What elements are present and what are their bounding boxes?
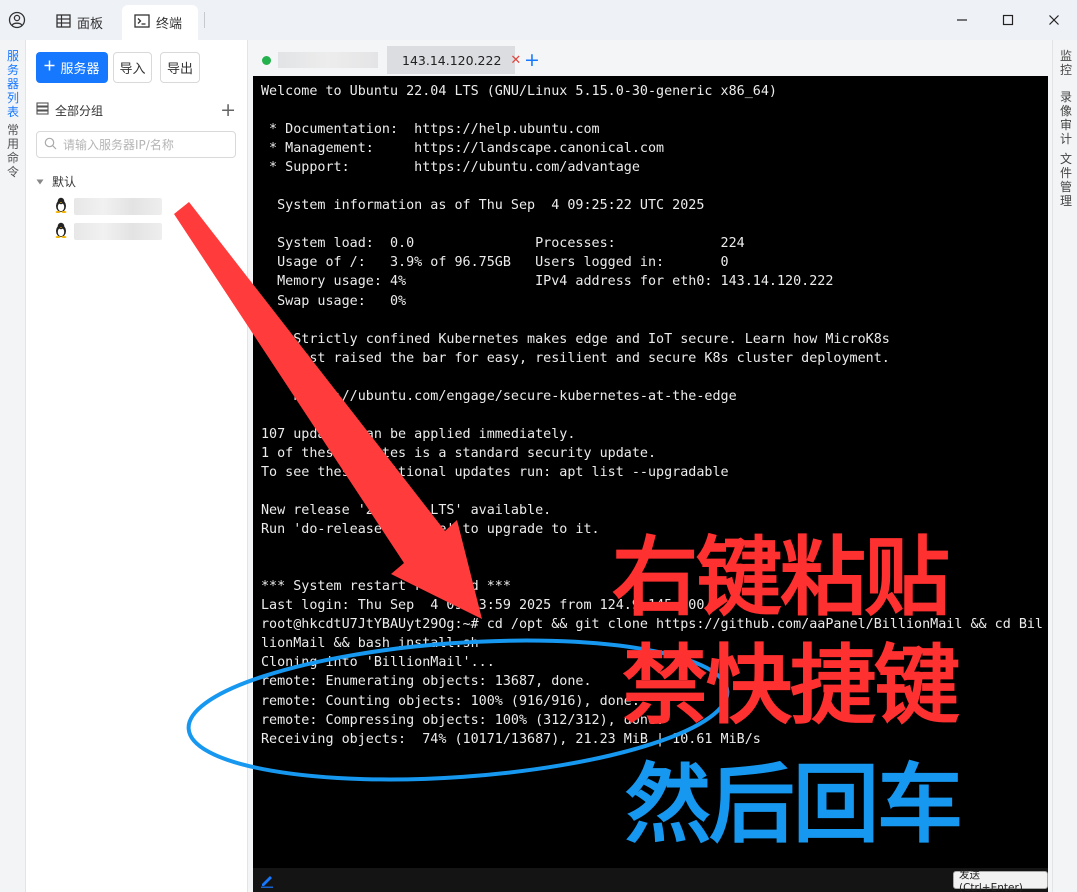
terminal-line: * Support: https://ubuntu.com/advantage (261, 160, 640, 176)
terminal-line: Swap usage: 0% (261, 293, 407, 309)
group-selector[interactable]: 全部分组 + (36, 100, 236, 120)
tab-panel-label: 面板 (77, 17, 104, 32)
nav-file-manager[interactable]: 文件管理 (1056, 152, 1076, 208)
close-tab-icon[interactable]: ✕ (510, 53, 521, 68)
new-tab-icon[interactable]: + (524, 48, 540, 72)
terminal-line: Memory usage: 4% IPv4 address for eth0: … (261, 274, 834, 290)
terminal-tab-active[interactable]: 143.14.120.222 ✕ (387, 46, 521, 74)
terminal-input-bar: 发送(Ctrl+Enter) (253, 868, 1048, 892)
nav-monitor[interactable]: 监控 (1056, 49, 1076, 77)
annotation-text-then-enter: 然后回车 (625, 755, 963, 855)
search-icon (44, 135, 57, 154)
terminal-line: * Management: https://landscape.canonica… (261, 141, 665, 157)
terminal-line: * Documentation: https://help.ubuntu.com (261, 122, 600, 138)
export-button[interactable]: 导出 (160, 52, 200, 83)
group-all-label: 全部分组 (55, 103, 104, 118)
send-button[interactable]: 发送(Ctrl+Enter) (953, 869, 1048, 892)
tab-terminal[interactable]: 终端 (122, 5, 198, 40)
terminal-line: System load: 0.0 Processes: 224 (261, 236, 745, 252)
linux-penguin-icon (54, 197, 68, 217)
import-button[interactable]: 导入 (113, 52, 152, 83)
server-name-redacted (74, 198, 162, 215)
close-button[interactable] (1031, 0, 1077, 40)
add-server-label: 服务器 (60, 62, 100, 77)
add-group-icon[interactable]: + (220, 100, 236, 120)
terminal-icon (134, 13, 150, 32)
caret-down-icon (36, 174, 44, 188)
user-icon[interactable] (8, 11, 26, 29)
server-search (36, 131, 236, 158)
server-item[interactable] (54, 222, 164, 241)
terminal-tab-label-redacted (278, 52, 378, 68)
annotation-text-right-click-paste: 右键粘贴 (612, 528, 950, 628)
tab-panel[interactable]: 面板 (44, 5, 120, 40)
left-nav: 服务器列表 常用命令 (0, 40, 26, 892)
terminal-line: just raised the bar for easy, resilient … (261, 350, 890, 366)
terminal-tab[interactable] (254, 46, 386, 74)
nav-recording-audit[interactable]: 录像审计 (1056, 90, 1076, 146)
minimize-button[interactable] (939, 0, 985, 40)
plus-icon (44, 60, 55, 75)
nav-server-list[interactable]: 服务器列表 (3, 49, 23, 119)
add-server-button[interactable]: 服务器 (36, 52, 108, 83)
search-input[interactable] (63, 137, 233, 152)
terminal-line: * Strictly confined Kubernetes makes edg… (261, 331, 890, 347)
server-item[interactable] (54, 197, 164, 216)
terminal-line: 107 updates can be applied immediately. (261, 426, 576, 442)
terminal-line: https://ubuntu.com/engage/secure-kuberne… (261, 388, 737, 404)
nav-common-commands[interactable]: 常用命令 (3, 123, 23, 179)
tab-terminal-label: 终端 (156, 17, 183, 32)
tab-divider (204, 12, 205, 28)
linux-penguin-icon (54, 222, 68, 242)
group-default[interactable]: 默认 (36, 172, 76, 190)
right-nav: 监控 录像审计 文件管理 (1052, 40, 1077, 892)
server-name-redacted (74, 223, 162, 240)
maximize-button[interactable] (985, 0, 1031, 40)
group-list-icon (36, 102, 49, 118)
terminal-screen[interactable]: Welcome to Ubuntu 22.04 LTS (GNU/Linux 5… (253, 76, 1048, 868)
server-sidebar: 服务器 导入 导出 全部分组 + 默认 (26, 40, 246, 892)
edit-icon[interactable] (259, 872, 275, 888)
terminal-line: New release '24.04.3 LTS' available. (261, 503, 552, 519)
annotation-text-disable-shortcut: 禁快捷键 (622, 636, 960, 736)
terminal-tab-label: 143.14.120.222 (402, 52, 502, 68)
terminal-tab-bar: 143.14.120.222 ✕ + (248, 40, 1053, 74)
terminal-line: To see these additional updates run: apt… (261, 464, 729, 480)
terminal-line: Welcome to Ubuntu 22.04 LTS (GNU/Linux 5… (261, 84, 777, 99)
status-dot (262, 55, 271, 65)
group-default-label: 默认 (52, 174, 77, 189)
terminal-line: System information as of Thu Sep 4 09:25… (261, 198, 705, 214)
terminal-line: Usage of /: 3.9% of 96.75GB Users logged… (261, 255, 729, 271)
terminal-line: 1 of these updates is a standard securit… (261, 445, 657, 461)
table-icon (56, 13, 71, 32)
title-bar: 面板 终端 (0, 0, 1077, 40)
